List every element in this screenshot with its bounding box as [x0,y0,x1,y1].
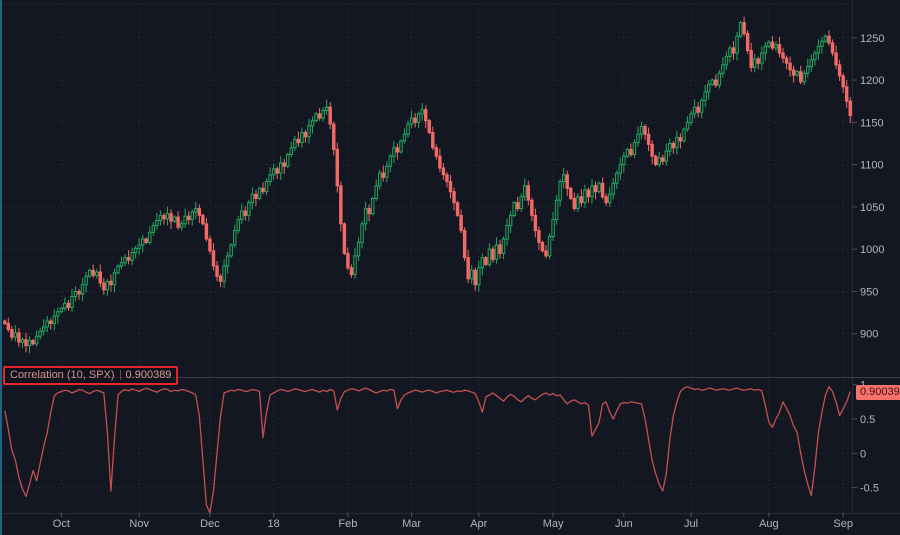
time-axis[interactable] [0,513,900,535]
correlation-pane[interactable] [0,378,852,513]
indicator-title: Correlation (10, SPX) [10,369,115,381]
price-axis[interactable] [853,0,900,513]
indicator-value: 0.900389 [126,369,172,381]
main-candlestick-pane[interactable] [0,0,852,377]
indicator-separator [120,370,121,380]
correlation-last-value-badge: 0.90039 [856,385,900,400]
indicator-legend[interactable]: Correlation (10, SPX) 0.900389 [3,366,178,385]
trading-chart-window: 12501200115011001050100095090010.50-0.5O… [0,0,900,535]
